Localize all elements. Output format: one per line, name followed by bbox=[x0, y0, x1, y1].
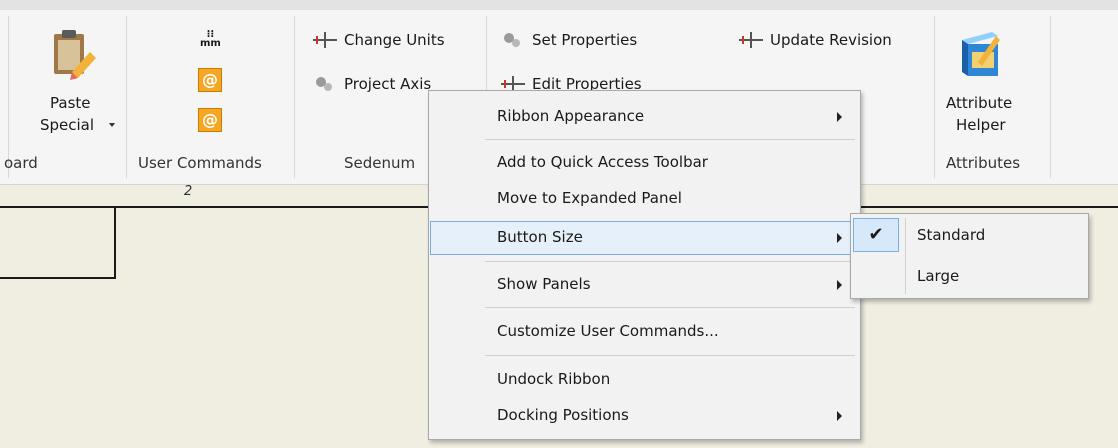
menu-item-docking-positions[interactable]: Docking Positions bbox=[431, 400, 858, 432]
page-marker: 2 bbox=[184, 184, 193, 199]
submenu-arrow-icon bbox=[837, 233, 842, 243]
submenu-arrow-icon bbox=[837, 280, 842, 290]
ruler-axis-icon bbox=[313, 32, 337, 48]
gears-icon bbox=[504, 33, 520, 47]
update-revision-label: Update Revision bbox=[770, 31, 892, 49]
helper-label[interactable]: Helper bbox=[956, 116, 1006, 134]
change-units-label: Change Units bbox=[344, 31, 445, 49]
clipboard-group-label: oard bbox=[4, 154, 38, 172]
attribute-helper-icon bbox=[962, 32, 1000, 76]
drawing-frame bbox=[0, 207, 116, 279]
menu-item-label: Move to Expanded Panel bbox=[497, 189, 682, 207]
project-axis-button[interactable]: Project Axis bbox=[312, 74, 431, 94]
ruler-axis-icon bbox=[739, 32, 763, 48]
menu-item-button-size[interactable]: Button Size bbox=[430, 221, 859, 255]
paste-special-button[interactable] bbox=[50, 28, 98, 88]
menu-item-ribbon-appearance[interactable]: Ribbon Appearance bbox=[431, 101, 858, 133]
attributes-group-label: Attributes bbox=[946, 154, 1021, 172]
special-label[interactable]: Special bbox=[40, 116, 94, 134]
menu-item-customize-user-commands[interactable]: Customize User Commands... bbox=[431, 316, 858, 348]
top-strip bbox=[0, 0, 1118, 10]
submenu-arrow-icon bbox=[837, 411, 842, 421]
menu-item-undock-ribbon[interactable]: Undock Ribbon bbox=[431, 364, 858, 396]
user-command-at-icon[interactable]: @ bbox=[198, 68, 222, 92]
group-separator bbox=[294, 16, 295, 178]
context-menu: Ribbon Appearance Add to Quick Access To… bbox=[428, 90, 861, 440]
units-icon[interactable]: ⁝⁝ mm bbox=[200, 30, 221, 49]
attribute-label[interactable]: Attribute bbox=[946, 94, 1012, 112]
menu-item-label: Undock Ribbon bbox=[497, 370, 611, 388]
gears-icon bbox=[316, 77, 332, 91]
menu-item-show-panels[interactable]: Show Panels bbox=[431, 269, 858, 301]
units-label: mm bbox=[200, 38, 221, 49]
paste-label[interactable]: Paste bbox=[50, 94, 91, 112]
button-size-submenu: ✔ Standard Large bbox=[850, 213, 1089, 299]
menu-item-label: Ribbon Appearance bbox=[497, 107, 645, 125]
update-revision-button[interactable]: Update Revision bbox=[738, 30, 892, 50]
menu-item-label: Show Panels bbox=[497, 275, 591, 293]
dropdown-arrow-icon[interactable] bbox=[109, 123, 115, 127]
group-separator bbox=[1050, 16, 1051, 178]
user-command-at-icon[interactable]: @ bbox=[198, 108, 222, 132]
menu-item-label: Docking Positions bbox=[497, 406, 629, 424]
menu-item-label: Button Size bbox=[497, 228, 583, 246]
menu-item-label: Add to Quick Access Toolbar bbox=[497, 153, 708, 171]
menu-separator bbox=[485, 261, 855, 262]
menu-item-move-to-expanded-panel[interactable]: Move to Expanded Panel bbox=[431, 183, 858, 215]
menu-item-label: Customize User Commands... bbox=[497, 322, 719, 340]
menu-item-add-to-quick-access[interactable]: Add to Quick Access Toolbar bbox=[431, 147, 858, 179]
user-commands-group-label: User Commands bbox=[138, 154, 262, 172]
menu-separator bbox=[485, 355, 855, 356]
change-units-button[interactable]: Change Units bbox=[312, 30, 445, 50]
project-axis-label: Project Axis bbox=[344, 75, 432, 93]
menu-separator bbox=[485, 139, 855, 140]
set-properties-button[interactable]: Set Properties bbox=[500, 30, 637, 50]
attribute-helper-button[interactable] bbox=[956, 26, 1004, 82]
submenu-option-large[interactable]: Large bbox=[917, 267, 959, 285]
menu-separator bbox=[485, 307, 855, 308]
group-separator bbox=[934, 16, 935, 178]
submenu-option-standard[interactable]: Standard bbox=[917, 226, 985, 244]
submenu-arrow-icon bbox=[837, 112, 842, 122]
clipboard-icon bbox=[54, 30, 96, 80]
submenu-gutter-separator bbox=[905, 218, 906, 294]
group-separator bbox=[126, 16, 127, 178]
set-properties-label: Set Properties bbox=[532, 31, 638, 49]
sedenum-group-label: Sedenum bbox=[344, 154, 416, 172]
checkmark-icon: ✔ bbox=[853, 218, 899, 252]
